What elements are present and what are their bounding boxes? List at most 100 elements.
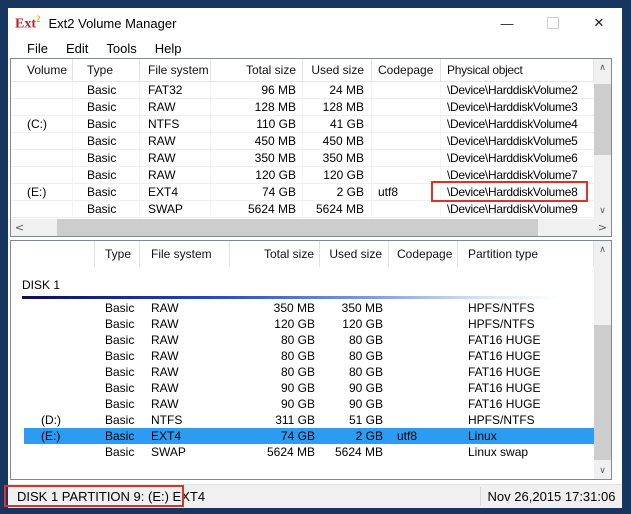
menu-help[interactable]: Help — [146, 38, 191, 58]
disks-cell-file-system: RAW — [140, 316, 230, 332]
disks-cell-codepage — [389, 332, 458, 348]
volumes-column-header-physical-object[interactable]: Physical object — [441, 59, 594, 82]
volumes-cell-codepage — [372, 133, 441, 149]
disks-column-header-file-system[interactable]: File system — [140, 241, 230, 267]
disks-cell-partition-type: HPFS/NTFS — [458, 300, 594, 316]
disks-cell-partition-type: FAT16 HUGE — [458, 396, 594, 412]
scroll-right-icon[interactable]: > — [594, 219, 611, 236]
volumes-cell-volume — [11, 82, 73, 98]
volumes-rows: BasicFAT3296 MB24 MB\Device\HarddiskVolu… — [11, 82, 594, 218]
disks-cell-volume — [11, 364, 95, 380]
disks-column-header-total-size[interactable]: Total size — [230, 241, 320, 267]
disks-vscroll-thumb[interactable] — [594, 325, 611, 460]
disks-cell-codepage: utf8 — [389, 428, 458, 444]
volumes-table-row[interactable]: BasicSWAP5624 MB5624 MB\Device\HarddiskV… — [11, 201, 594, 218]
disks-cell-volume — [11, 396, 95, 412]
volumes-column-header-used-size[interactable]: Used size — [303, 59, 372, 82]
volumes-vertical-scrollbar[interactable]: ∧ ∨ — [594, 59, 611, 219]
disks-vertical-scrollbar[interactable]: ∧ ∨ — [594, 241, 611, 479]
minimize-button[interactable]: — — [484, 8, 530, 38]
volumes-cell-volume: (C:) — [11, 116, 73, 132]
disks-table-row[interactable]: (D:)BasicNTFS311 GB51 GBHPFS/NTFS — [11, 412, 594, 428]
volumes-table-row[interactable]: (C:)BasicNTFS110 GB41 GB\Device\Harddisk… — [11, 116, 594, 133]
scroll-up-icon[interactable]: ∧ — [594, 59, 611, 76]
disks-cell-total-size: 80 GB — [230, 348, 320, 364]
disks-cell-used-size: 80 GB — [320, 348, 389, 364]
volumes-cell-codepage — [372, 201, 441, 217]
disks-cell-partition-type: HPFS/NTFS — [458, 412, 594, 428]
volumes-column-header-total-size[interactable]: Total size — [211, 59, 303, 82]
disks-column-header-codepage[interactable]: Codepage — [389, 241, 458, 267]
volumes-cell-volume — [11, 201, 73, 217]
volumes-cell-total-size: 450 MB — [211, 133, 303, 149]
disks-cell-codepage — [389, 380, 458, 396]
disks-header: TypeFile systemTotal sizeUsed sizeCodepa… — [11, 241, 594, 267]
volumes-column-header-type[interactable]: Type — [73, 59, 140, 82]
volumes-column-header-volume[interactable]: Volume — [11, 59, 73, 82]
volumes-cell-volume — [11, 133, 73, 149]
volumes-cell-physical-object: \Device\HarddiskVolume2 — [441, 82, 594, 98]
disks-cell-partition-type: Linux swap — [458, 444, 594, 460]
disks-cell-used-size: 90 GB — [320, 380, 389, 396]
close-button[interactable]: ✕ — [576, 8, 622, 38]
disks-cell-volume — [11, 300, 95, 316]
disks-table-row[interactable]: BasicRAW80 GB80 GBFAT16 HUGE — [11, 332, 594, 348]
disks-column-header-used-size[interactable]: Used size — [320, 241, 389, 267]
volumes-cell-total-size: 350 MB — [211, 150, 303, 166]
disks-table-row[interactable]: BasicRAW80 GB80 GBFAT16 HUGE — [11, 348, 594, 364]
menu-edit[interactable]: Edit — [57, 38, 97, 58]
maximize-button[interactable] — [530, 8, 576, 38]
disks-table-row[interactable]: BasicRAW120 GB120 GBHPFS/NTFS — [11, 316, 594, 332]
scroll-left-icon[interactable]: < — [11, 219, 28, 236]
menu-tools[interactable]: Tools — [97, 38, 145, 58]
disk-group-label: DISK 1 — [22, 278, 60, 292]
disks-table-row[interactable]: BasicRAW80 GB80 GBFAT16 HUGE — [11, 364, 594, 380]
volumes-cell-type: Basic — [73, 82, 140, 98]
disks-cell-codepage — [389, 444, 458, 460]
volumes-vscroll-thumb[interactable] — [594, 84, 611, 155]
disks-column-header-type[interactable]: Type — [95, 241, 140, 267]
volumes-cell-file-system: SWAP — [140, 201, 211, 217]
disks-cell-type: Basic — [95, 412, 140, 428]
disks-cell-volume — [11, 444, 95, 460]
disks-table-row[interactable]: BasicRAW90 GB90 GBFAT16 HUGE — [11, 396, 594, 412]
volumes-column-header-file-system[interactable]: File system — [140, 59, 211, 82]
disks-rows: BasicRAW350 MB350 MBHPFS/NTFSBasicRAW120… — [11, 300, 594, 460]
volumes-cell-used-size: 120 GB — [303, 167, 372, 183]
scroll-up-icon[interactable]: ∧ — [594, 241, 611, 258]
volumes-table-row[interactable]: BasicRAW450 MB450 MB\Device\HarddiskVolu… — [11, 133, 594, 150]
volumes-hscroll-thumb[interactable] — [57, 219, 538, 236]
disks-cell-volume — [11, 332, 95, 348]
volumes-column-header-codepage[interactable]: Codepage — [372, 59, 441, 82]
volumes-horizontal-scrollbar[interactable]: < > — [11, 219, 611, 236]
volumes-header: VolumeTypeFile systemTotal sizeUsed size… — [11, 59, 594, 82]
disks-table-row[interactable]: BasicSWAP5624 MB5624 MBLinux swap — [11, 444, 594, 460]
disks-cell-type: Basic — [95, 444, 140, 460]
volumes-table-row[interactable]: BasicRAW350 MB350 MB\Device\HarddiskVolu… — [11, 150, 594, 167]
status-selection-text: DISK 1 PARTITION 9: (E:) EXT4 — [17, 485, 205, 508]
disks-table-row[interactable]: BasicRAW90 GB90 GBFAT16 HUGE — [11, 380, 594, 396]
menu-file[interactable]: File — [18, 38, 57, 58]
volumes-cell-physical-object: \Device\HarddiskVolume9 — [441, 201, 594, 217]
volumes-cell-physical-object: \Device\HarddiskVolume4 — [441, 116, 594, 132]
volumes-table-row[interactable]: BasicRAW128 MB128 MB\Device\HarddiskVolu… — [11, 99, 594, 116]
volumes-cell-used-size: 41 GB — [303, 116, 372, 132]
volumes-table-row[interactable]: BasicRAW120 GB120 GB\Device\HarddiskVolu… — [11, 167, 594, 184]
ext2-volume-manager-window: { "window": { "title": "Ext2 Volume Mana… — [0, 0, 631, 514]
disks-column-header-partition-type[interactable]: Partition type — [458, 241, 594, 267]
disks-cell-used-size: 350 MB — [320, 300, 389, 316]
volumes-table-row[interactable]: (E:)BasicEXT474 GB2 GButf8\Device\Harddi… — [11, 184, 594, 201]
volumes-cell-used-size: 128 MB — [303, 99, 372, 115]
disks-cell-codepage — [389, 316, 458, 332]
volumes-cell-used-size: 350 MB — [303, 150, 372, 166]
scroll-down-icon[interactable]: ∨ — [594, 202, 611, 219]
window-controls: — ✕ — [484, 8, 622, 38]
disks-column-header-volume[interactable] — [11, 241, 95, 267]
disks-cell-volume — [11, 316, 95, 332]
volumes-table-row[interactable]: BasicFAT3296 MB24 MB\Device\HarddiskVolu… — [11, 82, 594, 99]
scroll-down-icon[interactable]: ∨ — [594, 462, 611, 479]
disks-table-row[interactable]: BasicRAW350 MB350 MBHPFS/NTFS — [11, 300, 594, 316]
volumes-cell-total-size: 96 MB — [211, 82, 303, 98]
disks-table-row[interactable]: (E:)BasicEXT474 GB2 GButf8Linux — [11, 428, 594, 444]
disks-cell-partition-type: FAT16 HUGE — [458, 348, 594, 364]
